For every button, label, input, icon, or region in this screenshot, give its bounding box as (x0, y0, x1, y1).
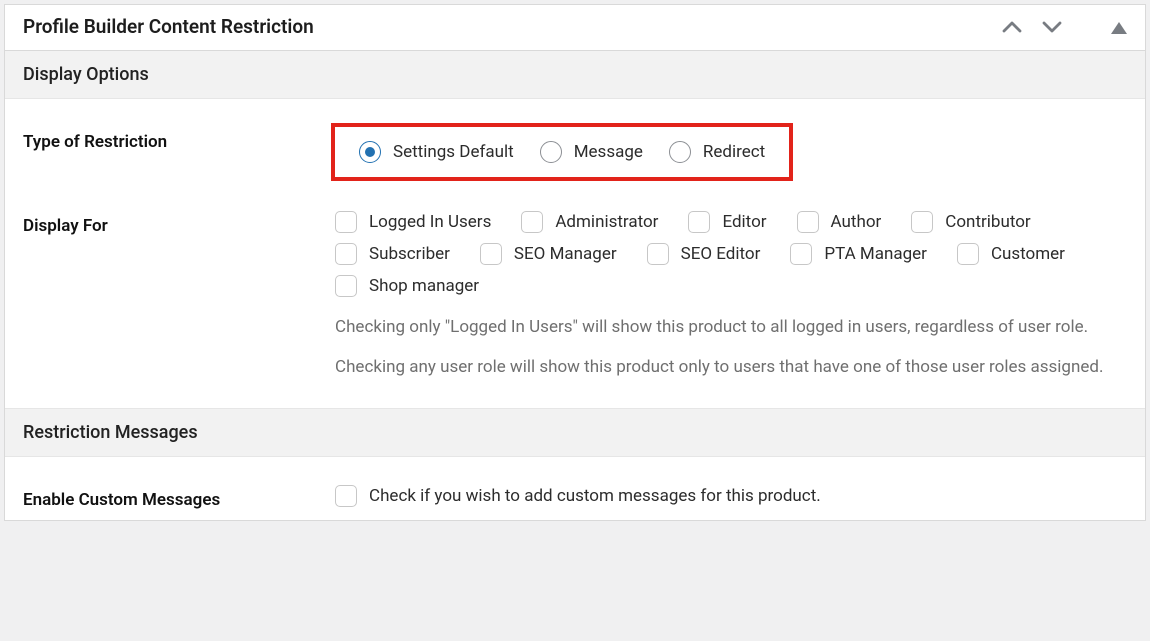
checkbox-label: Shop manager (369, 276, 479, 296)
display-for-content: Logged In Users Administrator Editor Aut… (335, 211, 1127, 380)
custom-messages-checkbox[interactable]: Check if you wish to add custom messages… (335, 485, 1127, 507)
row-enable-custom-messages: Enable Custom Messages Check if you wish… (5, 457, 1145, 520)
role-checkbox-subscriber[interactable]: Subscriber (335, 243, 450, 265)
role-checkbox-administrator[interactable]: Administrator (521, 211, 658, 233)
checkbox-label: Administrator (555, 212, 658, 232)
checkbox-icon (480, 243, 502, 265)
restriction-radio-redirect[interactable]: Redirect (669, 141, 765, 163)
section-restriction-messages: Restriction Messages (5, 408, 1145, 457)
checkbox-label: SEO Editor (681, 244, 761, 264)
checkbox-icon (797, 211, 819, 233)
row-restriction-type: Type of Restriction Settings Default Mes… (5, 99, 1145, 191)
restriction-radio-message[interactable]: Message (540, 141, 643, 163)
checkbox-label: Editor (722, 212, 766, 232)
checkbox-icon (688, 211, 710, 233)
panel-toggle-icon[interactable] (1111, 20, 1127, 34)
panel-move-up-icon[interactable] (1001, 18, 1023, 36)
panel-controls (1001, 18, 1127, 36)
display-for-description-1: Checking only "Logged In Users" will sho… (335, 315, 1127, 341)
restriction-radio-settings-default[interactable]: Settings Default (359, 141, 514, 163)
checkbox-icon (647, 243, 669, 265)
display-for-label: Display For (23, 211, 335, 236)
radio-label: Redirect (703, 142, 765, 162)
custom-messages-label: Enable Custom Messages (23, 485, 335, 510)
checkbox-label: Customer (991, 244, 1065, 264)
restriction-type-highlight: Settings Default Message Redirect (331, 123, 793, 181)
role-checkbox-editor[interactable]: Editor (688, 211, 766, 233)
radio-label: Settings Default (393, 142, 514, 162)
checkbox-icon (521, 211, 543, 233)
role-checkbox-pta-manager[interactable]: PTA Manager (790, 243, 927, 265)
role-checkbox-shop-manager[interactable]: Shop manager (335, 275, 479, 297)
checkbox-label: Contributor (945, 212, 1030, 232)
restriction-type-label: Type of Restriction (23, 127, 335, 152)
panel-titlebar: Profile Builder Content Restriction (5, 5, 1145, 51)
restriction-type-options: Settings Default Message Redirect (335, 127, 1127, 181)
checkbox-icon (335, 243, 357, 265)
checkbox-icon (957, 243, 979, 265)
radio-icon (540, 141, 562, 163)
radio-icon (359, 141, 381, 163)
section-display-options: Display Options (5, 51, 1145, 99)
radio-label: Message (574, 142, 643, 162)
role-checkbox-author[interactable]: Author (797, 211, 882, 233)
checkbox-label: Subscriber (369, 244, 450, 264)
checkbox-icon (335, 211, 357, 233)
custom-messages-checkbox-label: Check if you wish to add custom messages… (369, 486, 821, 506)
panel-move-down-icon[interactable] (1041, 18, 1063, 36)
display-for-role-list: Logged In Users Administrator Editor Aut… (335, 211, 1127, 297)
role-checkbox-customer[interactable]: Customer (957, 243, 1065, 265)
role-checkbox-seo-manager[interactable]: SEO Manager (480, 243, 617, 265)
checkbox-label: PTA Manager (824, 244, 927, 264)
display-for-description-2: Checking any user role will show this pr… (335, 355, 1127, 381)
checkbox-label: Author (831, 212, 882, 232)
radio-icon (669, 141, 691, 163)
content-restriction-panel: Profile Builder Content Restriction Disp… (4, 4, 1146, 521)
role-checkbox-contributor[interactable]: Contributor (911, 211, 1030, 233)
panel-title: Profile Builder Content Restriction (23, 15, 314, 38)
checkbox-icon (335, 485, 357, 507)
checkbox-icon (790, 243, 812, 265)
checkbox-label: Logged In Users (369, 212, 491, 232)
role-checkbox-seo-editor[interactable]: SEO Editor (647, 243, 761, 265)
checkbox-icon (335, 275, 357, 297)
checkbox-label: SEO Manager (514, 244, 617, 264)
panel-body: Display Options Type of Restriction Sett… (5, 51, 1145, 520)
role-checkbox-logged-in-users[interactable]: Logged In Users (335, 211, 491, 233)
checkbox-icon (911, 211, 933, 233)
row-display-for: Display For Logged In Users Administrato… (5, 191, 1145, 408)
